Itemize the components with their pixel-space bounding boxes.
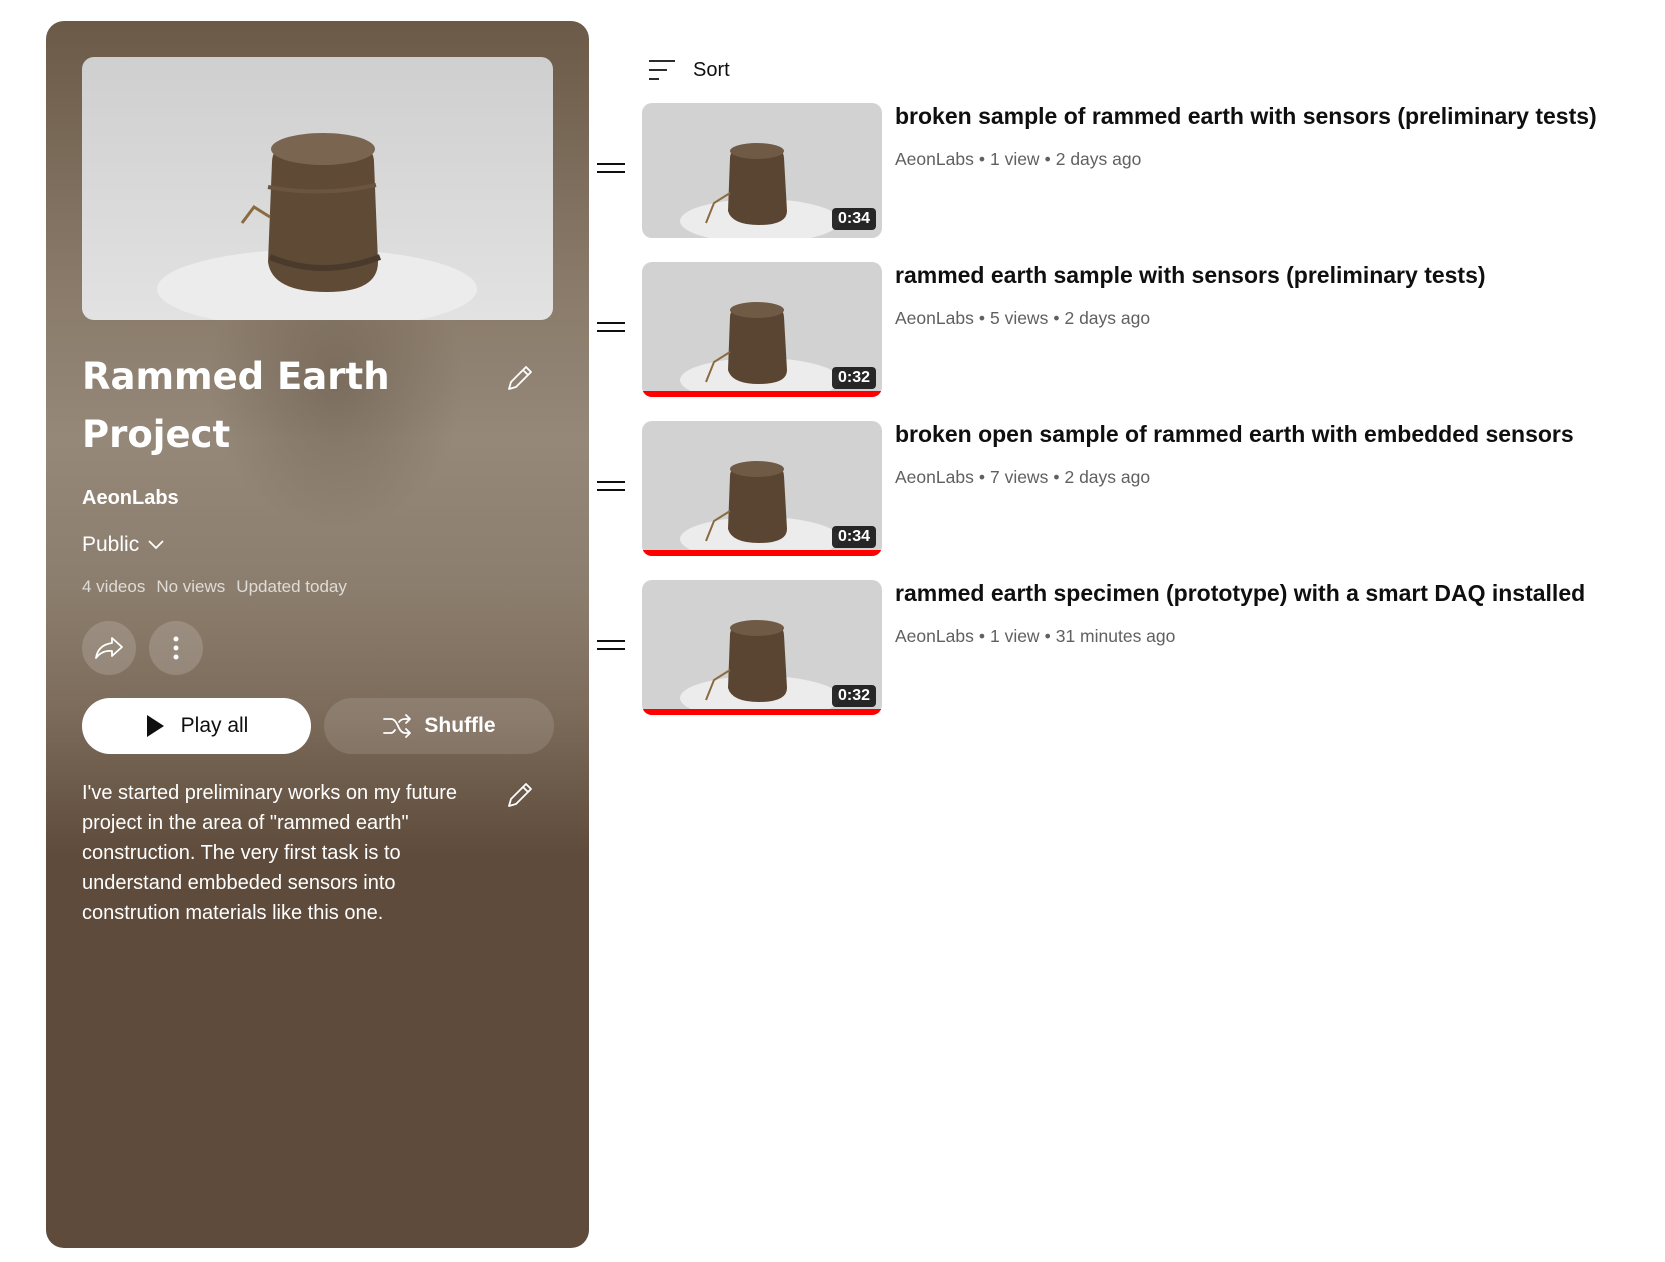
- meta-separator: •: [978, 626, 985, 646]
- privacy-label: Public: [82, 533, 140, 556]
- privacy-dropdown[interactable]: Public: [82, 533, 165, 557]
- video-meta: AeonLabs • 7 views • 2 days ago: [895, 467, 1150, 488]
- earth-sample-image: [82, 57, 553, 320]
- more-vert-icon: [173, 636, 179, 660]
- meta-separator: •: [978, 149, 985, 169]
- video-age: 2 days ago: [1055, 149, 1142, 169]
- video-title[interactable]: rammed earth specimen (prototype) with a…: [895, 580, 1585, 607]
- updated-label: Updated today: [236, 577, 347, 596]
- share-icon: [95, 637, 123, 659]
- video-row[interactable]: 0:34 broken open sample of rammed earth …: [597, 421, 1597, 557]
- video-row[interactable]: 0:32 rammed earth specimen (prototype) w…: [597, 580, 1597, 716]
- video-channel[interactable]: AeonLabs: [895, 626, 974, 646]
- video-row[interactable]: 0:34 broken sample of rammed earth with …: [597, 103, 1597, 239]
- watch-progress-bar: [642, 709, 882, 715]
- playlist-thumbnail[interactable]: [82, 57, 553, 320]
- video-duration: 0:32: [831, 367, 876, 389]
- meta-separator: •: [978, 467, 985, 487]
- playlist-title: Rammed Earth Project: [82, 355, 390, 456]
- video-channel[interactable]: AeonLabs: [895, 467, 974, 487]
- playlist-description: I've started preliminary works on my fut…: [82, 782, 458, 924]
- video-title[interactable]: broken open sample of rammed earth with …: [895, 421, 1574, 448]
- drag-handle-icon[interactable]: [597, 481, 625, 495]
- video-meta: AeonLabs • 1 view • 2 days ago: [895, 149, 1141, 170]
- edit-icon: [508, 783, 532, 807]
- edit-title-button[interactable]: [503, 361, 537, 395]
- video-thumbnail[interactable]: 0:34: [642, 103, 882, 238]
- video-duration: 0:32: [831, 685, 876, 707]
- play-all-label: Play all: [180, 714, 249, 737]
- watch-progress-bar: [642, 550, 882, 556]
- drag-handle-icon[interactable]: [597, 322, 625, 336]
- sort-label: Sort: [693, 58, 730, 81]
- edit-icon: [508, 366, 532, 390]
- sort-button[interactable]: Sort: [647, 58, 730, 82]
- play-all-button[interactable]: Play all: [82, 698, 311, 754]
- video-views: 1 view: [989, 626, 1040, 646]
- video-views: 1 view: [989, 149, 1040, 169]
- shuffle-label: Shuffle: [424, 714, 496, 737]
- playlist-header-panel: Rammed Earth Project AeonLabs Public 4 v…: [46, 21, 589, 1248]
- video-count: 4 videos: [82, 577, 146, 596]
- playlist-owner[interactable]: AeonLabs: [82, 487, 179, 510]
- video-views: 5 views: [989, 308, 1049, 328]
- share-button[interactable]: [82, 621, 136, 675]
- video-views: 7 views: [989, 467, 1049, 487]
- video-row[interactable]: 0:32 rammed earth sample with sensors (p…: [597, 262, 1597, 398]
- meta-separator: •: [1053, 308, 1060, 328]
- video-thumbnail[interactable]: 0:32: [642, 580, 882, 715]
- playlist-stats: 4 videos No views Updated today: [82, 577, 347, 597]
- video-title[interactable]: rammed earth sample with sensors (prelim…: [895, 262, 1486, 289]
- drag-handle-icon[interactable]: [597, 163, 625, 177]
- video-age: 2 days ago: [1064, 467, 1151, 487]
- chevron-down-icon: [148, 540, 164, 550]
- play-icon: [146, 715, 164, 737]
- more-actions-button[interactable]: [149, 621, 203, 675]
- video-channel[interactable]: AeonLabs: [895, 308, 974, 328]
- drag-handle-icon[interactable]: [597, 640, 625, 654]
- meta-separator: •: [1044, 626, 1051, 646]
- edit-description-button[interactable]: [503, 778, 537, 812]
- shuffle-icon: [383, 714, 412, 738]
- video-thumbnail[interactable]: 0:34: [642, 421, 882, 556]
- video-age: 2 days ago: [1064, 308, 1151, 328]
- video-duration: 0:34: [831, 526, 876, 548]
- video-age: 31 minutes ago: [1055, 626, 1176, 646]
- meta-separator: •: [978, 308, 985, 328]
- video-title[interactable]: broken sample of rammed earth with senso…: [895, 103, 1597, 130]
- meta-separator: •: [1053, 467, 1060, 487]
- sort-icon: [649, 60, 675, 80]
- video-thumbnail[interactable]: 0:32: [642, 262, 882, 397]
- video-duration: 0:34: [831, 208, 876, 230]
- video-meta: AeonLabs • 1 view • 31 minutes ago: [895, 626, 1175, 647]
- shuffle-button[interactable]: Shuffle: [324, 698, 554, 754]
- video-channel[interactable]: AeonLabs: [895, 149, 974, 169]
- view-count: No views: [156, 577, 226, 596]
- watch-progress-bar: [642, 391, 882, 397]
- meta-separator: •: [1044, 149, 1051, 169]
- video-meta: AeonLabs • 5 views • 2 days ago: [895, 308, 1150, 329]
